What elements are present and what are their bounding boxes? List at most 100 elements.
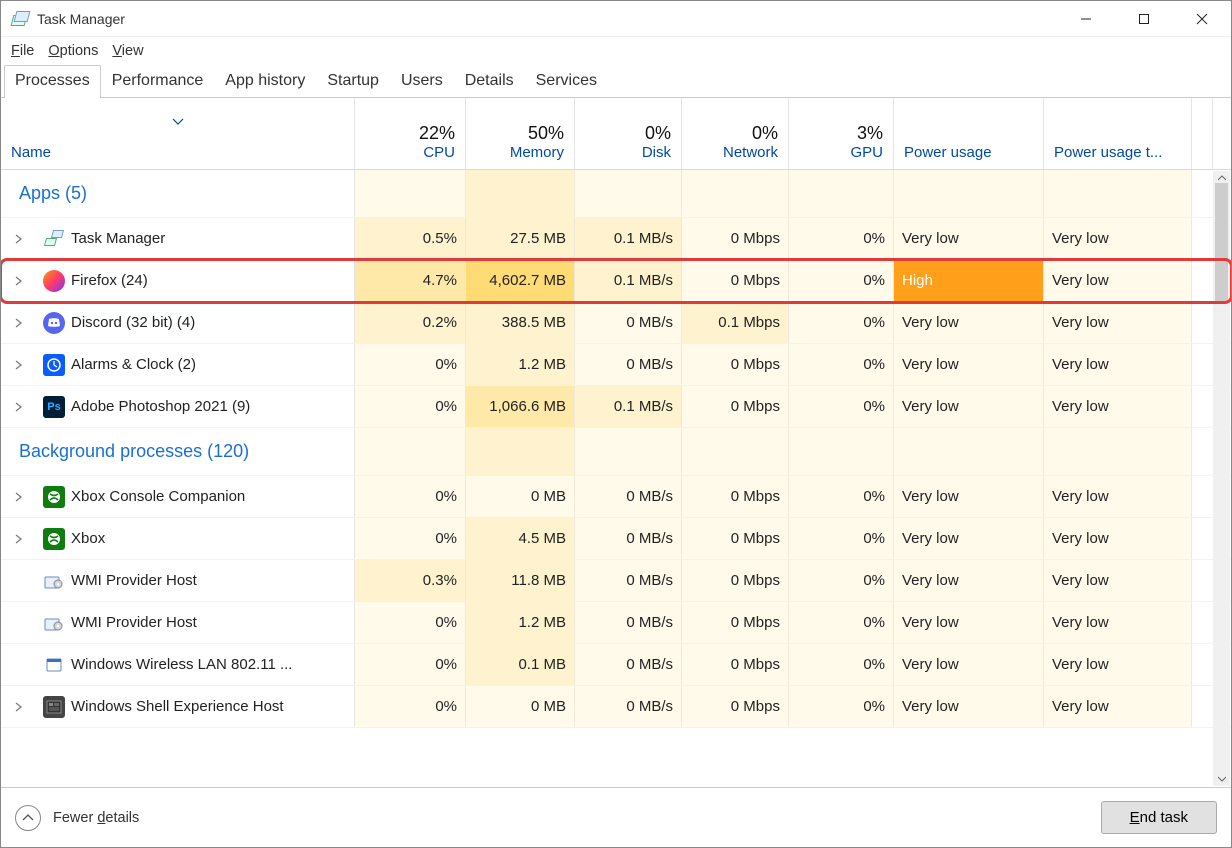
cell-net: 0 Mbps (682, 260, 789, 301)
cell-mem: 1.2 MB (466, 344, 575, 385)
cell-gpu: 0% (789, 218, 894, 259)
tab-performance[interactable]: Performance (101, 65, 215, 98)
cell-mem: 4.5 MB (466, 518, 575, 559)
process-row[interactable]: WMI Provider Host0%1.2 MB0 MB/s0 Mbps0%V… (1, 602, 1231, 644)
cell-gpu: 0% (789, 386, 894, 427)
process-name: WMI Provider Host (71, 572, 197, 589)
end-task-button[interactable]: End task (1101, 801, 1217, 834)
tab-details[interactable]: Details (454, 65, 525, 98)
cell-gpu: 0% (789, 644, 894, 685)
column-cpu[interactable]: 22% CPU (355, 98, 466, 169)
cell-gpu: 0% (789, 260, 894, 301)
cell-powert: Very low (1044, 560, 1192, 601)
column-power-usage[interactable]: Power usage (894, 98, 1044, 169)
cell-cpu: 0% (355, 476, 466, 517)
process-name: Xbox (71, 530, 105, 547)
dc-icon (43, 312, 65, 334)
cell-gpu: 0% (789, 344, 894, 385)
cell-disk: 0 MB/s (575, 302, 682, 343)
cell-gpu: 0% (789, 560, 894, 601)
fewer-details-toggle[interactable] (15, 805, 41, 831)
column-scrollbar-spacer (1192, 98, 1213, 169)
task-manager-window: Task Manager File Options View Processes… (0, 0, 1232, 848)
column-power-trend[interactable]: Power usage t... (1044, 98, 1192, 169)
process-name: Task Manager (71, 230, 165, 247)
column-disk[interactable]: 0% Disk (575, 98, 682, 169)
cell-net: 0 Mbps (682, 476, 789, 517)
cell-net: 0 Mbps (682, 602, 789, 643)
maximize-button[interactable] (1115, 1, 1173, 37)
cell-net: 0 Mbps (682, 386, 789, 427)
process-row[interactable]: Discord (32 bit) (4)0.2%388.5 MB0 MB/s0.… (1, 302, 1231, 344)
cell-net: 0 Mbps (682, 518, 789, 559)
process-name: Xbox Console Companion (71, 488, 245, 505)
column-name[interactable]: Name (1, 98, 355, 169)
tab-users[interactable]: Users (390, 65, 454, 98)
expand-chevron-icon[interactable] (11, 318, 25, 328)
tab-services[interactable]: Services (525, 65, 608, 98)
cell-cpu: 0% (355, 386, 466, 427)
expand-chevron-icon[interactable] (11, 276, 25, 286)
sort-indicator-icon (171, 112, 185, 129)
cell-net: 0 Mbps (682, 644, 789, 685)
cell-power: Very low (894, 302, 1044, 343)
group-label: Apps (5) (19, 183, 87, 204)
cell-powert: Very low (1044, 686, 1192, 727)
table-header: Name 22% CPU 50% Memory 0% Disk 0% Netwo… (1, 98, 1231, 170)
wm-icon (43, 612, 65, 634)
process-row[interactable]: Task Manager0.5%27.5 MB0.1 MB/s0 Mbps0%V… (1, 218, 1231, 260)
cell-power: Very low (894, 344, 1044, 385)
column-gpu[interactable]: 3% GPU (789, 98, 894, 169)
process-name: Windows Wireless LAN 802.11 ... (71, 656, 292, 673)
process-name: Firefox (24) (71, 272, 148, 289)
cell-powert: Very low (1044, 344, 1192, 385)
title-bar: Task Manager (1, 1, 1231, 37)
cell-cpu: 0.2% (355, 302, 466, 343)
tab-app-history[interactable]: App history (214, 65, 316, 98)
process-row[interactable]: Windows Wireless LAN 802.11 ...0%0.1 MB0… (1, 644, 1231, 686)
menu-options[interactable]: Options (48, 43, 98, 59)
process-name: Windows Shell Experience Host (71, 698, 284, 715)
cell-cpu: 0% (355, 518, 466, 559)
fewer-details-label[interactable]: Fewer details (53, 810, 139, 826)
cell-power: Very low (894, 386, 1044, 427)
menu-bar: File Options View (1, 37, 1231, 65)
menu-view[interactable]: View (112, 43, 143, 59)
cell-cpu: 0% (355, 644, 466, 685)
cell-net: 0.1 Mbps (682, 302, 789, 343)
tab-startup[interactable]: Startup (316, 65, 390, 98)
xb-icon (43, 528, 65, 550)
expand-chevron-icon[interactable] (11, 534, 25, 544)
cell-cpu: 0% (355, 344, 466, 385)
cell-mem: 27.5 MB (466, 218, 575, 259)
minimize-button[interactable] (1057, 1, 1115, 37)
cell-gpu: 0% (789, 602, 894, 643)
sh-icon (43, 696, 65, 718)
expand-chevron-icon[interactable] (11, 234, 25, 244)
column-network[interactable]: 0% Network (682, 98, 789, 169)
close-button[interactable] (1173, 1, 1231, 37)
process-row[interactable]: Alarms & Clock (2)0%1.2 MB0 MB/s0 Mbps0%… (1, 344, 1231, 386)
scroll-down-icon[interactable] (1213, 772, 1230, 786)
ac-icon (43, 354, 65, 376)
expand-chevron-icon[interactable] (11, 702, 25, 712)
cell-disk: 0 MB/s (575, 344, 682, 385)
cell-powert: Very low (1044, 644, 1192, 685)
expand-chevron-icon[interactable] (11, 402, 25, 412)
process-row[interactable]: Firefox (24)4.7%4,602.7 MB0.1 MB/s0 Mbps… (1, 260, 1231, 302)
cell-disk: 0 MB/s (575, 644, 682, 685)
process-row[interactable]: Xbox Console Companion0%0 MB0 MB/s0 Mbps… (1, 476, 1231, 518)
process-row[interactable]: Xbox0%4.5 MB0 MB/s0 Mbps0%Very lowVery l… (1, 518, 1231, 560)
ps-icon: Ps (43, 396, 65, 418)
cell-disk: 0 MB/s (575, 476, 682, 517)
menu-file[interactable]: File (11, 43, 34, 59)
process-row[interactable]: Windows Shell Experience Host0%0 MB0 MB/… (1, 686, 1231, 728)
expand-chevron-icon[interactable] (11, 360, 25, 370)
group-label: Background processes (120) (19, 441, 249, 462)
process-row[interactable]: PsAdobe Photoshop 2021 (9)0%1,066.6 MB0.… (1, 386, 1231, 428)
column-memory[interactable]: 50% Memory (466, 98, 575, 169)
process-row[interactable]: WMI Provider Host0.3%11.8 MB0 MB/s0 Mbps… (1, 560, 1231, 602)
cell-mem: 0 MB (466, 686, 575, 727)
tab-processes[interactable]: Processes (4, 65, 101, 98)
expand-chevron-icon[interactable] (11, 492, 25, 502)
